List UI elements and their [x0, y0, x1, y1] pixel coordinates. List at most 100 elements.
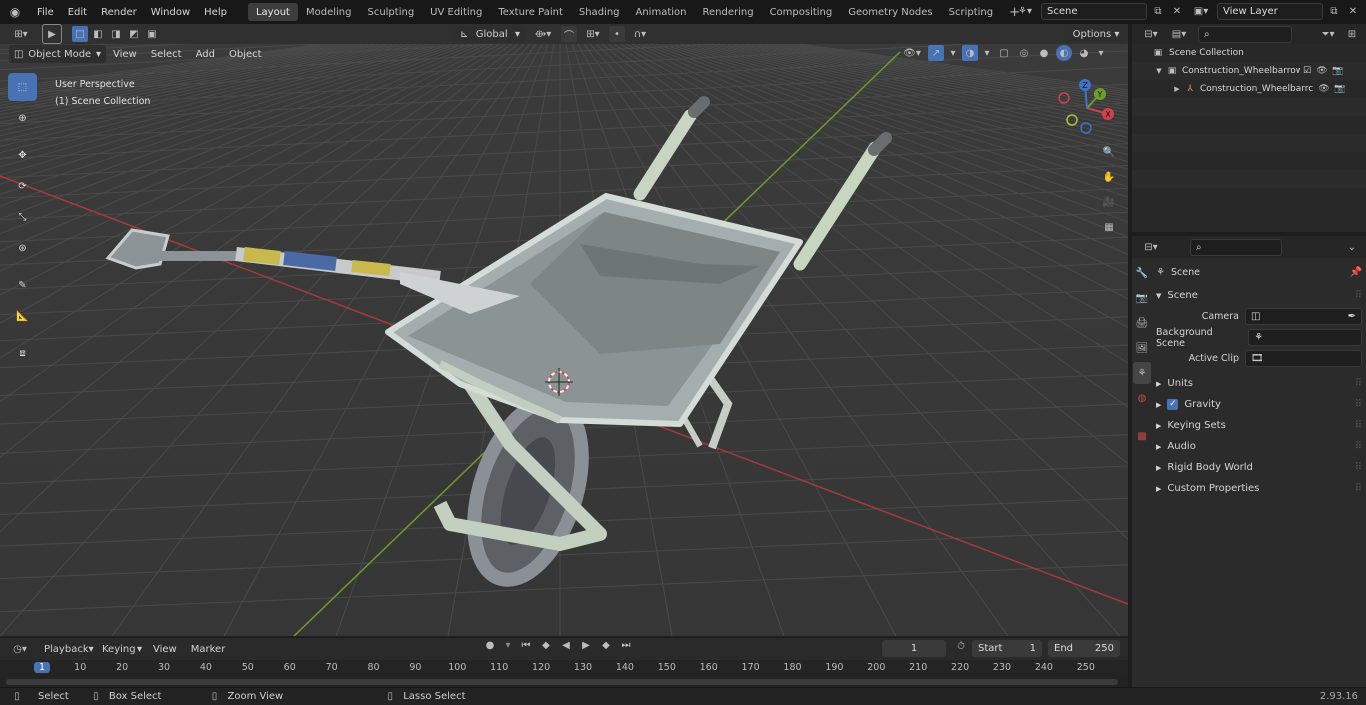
- select-tool-icon[interactable]: ▶: [42, 24, 62, 44]
- tab-shading[interactable]: Shading: [571, 3, 628, 21]
- proportional-edit-icon[interactable]: •: [609, 26, 625, 42]
- snap-target-icon[interactable]: ⊞▾: [583, 29, 603, 40]
- tool-tab-icon[interactable]: 🔧: [1136, 262, 1148, 284]
- editor-type-icon[interactable]: ⊞▾: [6, 24, 36, 44]
- scene-field[interactable]: Scene: [1041, 2, 1147, 20]
- transform-tool-icon[interactable]: ⊛: [8, 234, 37, 262]
- copy-view-layer-icon[interactable]: ⧉: [1326, 6, 1342, 17]
- timeline-menu-view[interactable]: View: [146, 638, 184, 660]
- keying-menu[interactable]: Keying ▾: [98, 640, 146, 658]
- drag-handle-icon[interactable]: ⠿: [1355, 378, 1362, 389]
- jump-end-icon[interactable]: ⏭: [618, 640, 634, 651]
- zoom-icon[interactable]: 🔍: [1098, 142, 1120, 162]
- scene-tab-icon[interactable]: ⚘: [1133, 362, 1151, 384]
- mode-dropdown[interactable]: ◫ Object Mode ▾: [9, 45, 106, 63]
- snap-icon[interactable]: ⌒: [561, 26, 577, 42]
- frame-tick-label[interactable]: 220: [951, 662, 969, 673]
- xray-icon[interactable]: ▢: [996, 48, 1012, 59]
- visibility-icon[interactable]: 👁▾: [900, 48, 924, 59]
- tab-geometry-nodes[interactable]: Geometry Nodes: [840, 3, 940, 21]
- delete-view-layer-icon[interactable]: ✕: [1345, 6, 1361, 17]
- checkbox-icon[interactable]: ☑: [1300, 66, 1314, 76]
- outliner-item-collection[interactable]: ▼ ▣ Construction_Wheelbarrow_F ☑ 👁 📷: [1132, 62, 1366, 80]
- frame-ruler[interactable]: 1 10 20 30 40 50 60 70 80 90 100 110 120 130 140 150 160…: [0, 660, 1128, 678]
- select-extend-icon[interactable]: ◧: [90, 26, 106, 42]
- view-layer-tab-icon[interactable]: 🖼: [1136, 337, 1149, 359]
- menu-file[interactable]: File: [30, 0, 61, 24]
- timeline-menu-marker[interactable]: Marker: [184, 638, 233, 660]
- menu-window[interactable]: Window: [144, 0, 197, 24]
- view-layer-icon[interactable]: ▣▾: [1188, 2, 1214, 20]
- current-frame-field[interactable]: 1: [882, 640, 946, 657]
- properties-editor-icon[interactable]: ⊟▾: [1138, 242, 1164, 253]
- frame-tick-label[interactable]: 90: [409, 662, 421, 673]
- menu-help[interactable]: Help: [197, 0, 234, 24]
- timeline-editor-icon[interactable]: ◷▾: [6, 644, 34, 655]
- frame-tick-label[interactable]: 70: [326, 662, 338, 673]
- pan-hand-icon[interactable]: ✋: [1098, 167, 1120, 187]
- options-button[interactable]: Options ▾: [1068, 25, 1124, 43]
- filter-icon[interactable]: ⏷▾: [1316, 29, 1340, 40]
- expand-icon[interactable]: ▶: [1172, 85, 1182, 93]
- menu-render[interactable]: Render: [94, 0, 144, 24]
- chevron-down-icon[interactable]: ▾: [982, 48, 992, 59]
- frame-tick-label[interactable]: 60: [284, 662, 296, 673]
- outliner-editor-icon[interactable]: ⊟▾: [1138, 29, 1164, 40]
- active-clip-field[interactable]: 🎞: [1245, 350, 1362, 367]
- select-box-tool-icon[interactable]: ⬚: [8, 73, 37, 101]
- measure-tool-icon[interactable]: 📐: [8, 302, 37, 330]
- playback-menu[interactable]: Playback ▾: [40, 640, 94, 658]
- view-layer-field[interactable]: View Layer: [1217, 2, 1323, 20]
- expand-icon[interactable]: ▼: [1154, 67, 1164, 75]
- delete-scene-icon[interactable]: ✕: [1169, 6, 1185, 17]
- drag-handle-icon[interactable]: ⠿: [1355, 290, 1362, 301]
- world-tab-icon[interactable]: ◍: [1138, 387, 1147, 409]
- tab-scripting[interactable]: Scripting: [941, 3, 1001, 21]
- overlay-toggle-icon[interactable]: ◑: [962, 45, 978, 61]
- frame-tick-label[interactable]: 210: [909, 662, 927, 673]
- cursor-tool-icon[interactable]: ⊕: [8, 104, 37, 132]
- tab-rendering[interactable]: Rendering: [694, 3, 761, 21]
- panel-gravity[interactable]: ▶ ✓ Gravity ⠿: [1156, 394, 1362, 415]
- drag-handle-icon[interactable]: ⠿: [1355, 441, 1362, 452]
- shading-rendered-icon[interactable]: ◕: [1076, 48, 1092, 59]
- prev-keyframe-icon[interactable]: ◆: [538, 640, 554, 651]
- rotate-tool-icon[interactable]: ⟳: [8, 172, 37, 200]
- start-frame-field[interactable]: Start 1: [972, 640, 1042, 657]
- chevron-down-icon[interactable]: ▾: [1096, 48, 1106, 59]
- frame-tick-label[interactable]: 150: [658, 662, 676, 673]
- frame-tick-label[interactable]: 1: [33, 662, 51, 673]
- chevron-down-icon[interactable]: ▾: [948, 48, 958, 59]
- tab-layout[interactable]: Layout: [247, 3, 298, 21]
- drag-handle-icon[interactable]: ⠿: [1355, 420, 1362, 431]
- play-reverse-icon[interactable]: ◀: [558, 640, 574, 651]
- falloff-icon[interactable]: ∩▾: [631, 29, 649, 40]
- select-invert-icon[interactable]: ◩: [126, 26, 142, 42]
- frame-tick-label[interactable]: 190: [825, 662, 843, 673]
- gravity-checkbox-icon[interactable]: ✓: [1167, 399, 1179, 410]
- frame-tick-label[interactable]: 20: [116, 662, 128, 673]
- viewport-menu-add[interactable]: Add: [189, 44, 222, 64]
- frame-tick-label[interactable]: 100: [448, 662, 466, 673]
- tab-sculpting[interactable]: Sculpting: [359, 3, 422, 21]
- viewport-menu-view[interactable]: View: [106, 44, 144, 64]
- drag-handle-icon[interactable]: ⠿: [1355, 483, 1362, 494]
- frame-tick-label[interactable]: 110: [490, 662, 508, 673]
- chevron-down-icon[interactable]: ▾: [502, 640, 514, 651]
- outliner-search-input[interactable]: ⌕: [1198, 25, 1292, 43]
- gizmo-toggle-icon[interactable]: ↗: [928, 45, 944, 61]
- timeline-scrollbar[interactable]: [6, 679, 1118, 685]
- panel-custom-properties[interactable]: ▶ Custom Properties ⠿: [1156, 478, 1362, 499]
- frame-tick-label[interactable]: 230: [993, 662, 1011, 673]
- ortho-grid-icon[interactable]: ▦: [1098, 217, 1120, 237]
- outliner-root-row[interactable]: ▣ Scene Collection: [1132, 44, 1366, 62]
- eye-icon[interactable]: 👁: [1314, 66, 1330, 76]
- pin-icon[interactable]: 📌: [1350, 267, 1362, 278]
- camera-icon[interactable]: 📷: [1332, 84, 1348, 94]
- tab-texture-paint[interactable]: Texture Paint: [490, 3, 571, 21]
- shading-solid-icon[interactable]: ●: [1036, 48, 1052, 59]
- chevron-down-icon[interactable]: ⌄: [1344, 242, 1360, 253]
- scale-tool-icon[interactable]: ⤡: [8, 203, 37, 231]
- frame-tick-label[interactable]: 120: [532, 662, 550, 673]
- frame-tick-label[interactable]: 30: [158, 662, 170, 673]
